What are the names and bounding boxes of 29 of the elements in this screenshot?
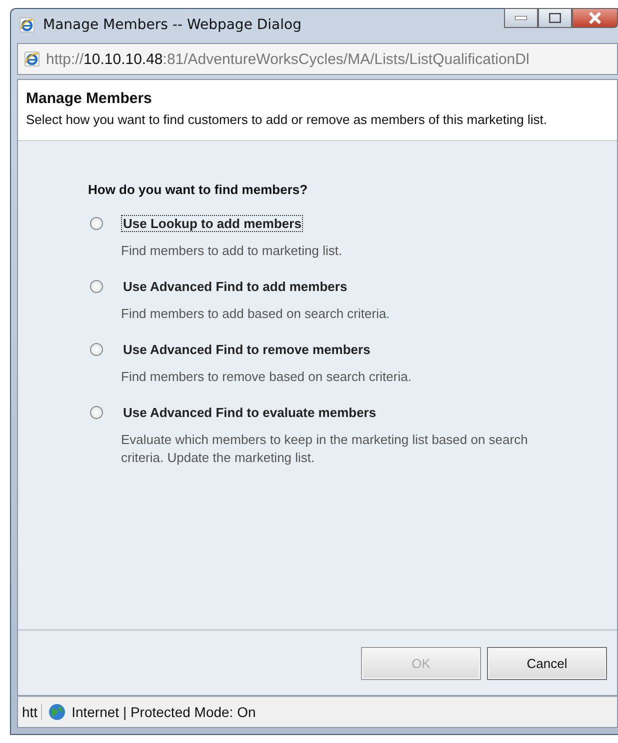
option-label[interactable]: Use Advanced Find to evaluate members	[121, 404, 378, 421]
radio-button[interactable]	[90, 280, 103, 293]
option-description: Find members to add based on search criteria.	[121, 305, 391, 323]
window-title: Manage Members -- Webpage Dialog	[43, 17, 302, 33]
option-label[interactable]: Use Lookup to add members	[121, 215, 304, 232]
minimize-icon	[515, 16, 527, 20]
address-url: http://10.10.10.48:81/AdventureWorksCycles/MA/Lists/ListQualificationDl	[46, 50, 530, 68]
question-label: How do you want to find members?	[88, 182, 308, 197]
close-button[interactable]	[572, 8, 618, 28]
option-description: Find members to add to marketing list.	[121, 242, 344, 260]
radio-button[interactable]	[90, 217, 103, 230]
cancel-button[interactable]: Cancel	[487, 646, 607, 680]
option-description: Evaluate which members to keep in the marketing list based on search criteria. Update the marketing list.	[121, 431, 529, 467]
minimize-button[interactable]	[504, 8, 538, 28]
globe-icon	[48, 703, 66, 721]
radio-button[interactable]	[90, 406, 103, 419]
dialog-heading: Manage Members	[26, 90, 153, 107]
maximize-button[interactable]	[538, 8, 572, 28]
radio-button[interactable]	[90, 343, 103, 356]
status-url: htt	[22, 704, 42, 720]
option-label[interactable]: Use Advanced Find to remove members	[121, 341, 372, 358]
browser-icon	[19, 17, 35, 33]
option-description: Find members to remove based on search criteria.	[121, 368, 412, 386]
option-label[interactable]: Use Advanced Find to add members	[121, 278, 350, 295]
dialog-description: Select how you want to find customers to add or remove as members of this marketing list.	[26, 111, 548, 128]
close-icon	[588, 12, 602, 24]
status-zone: Internet | Protected Mode: On	[72, 704, 256, 720]
page-icon	[24, 51, 40, 67]
maximize-icon	[549, 13, 561, 23]
